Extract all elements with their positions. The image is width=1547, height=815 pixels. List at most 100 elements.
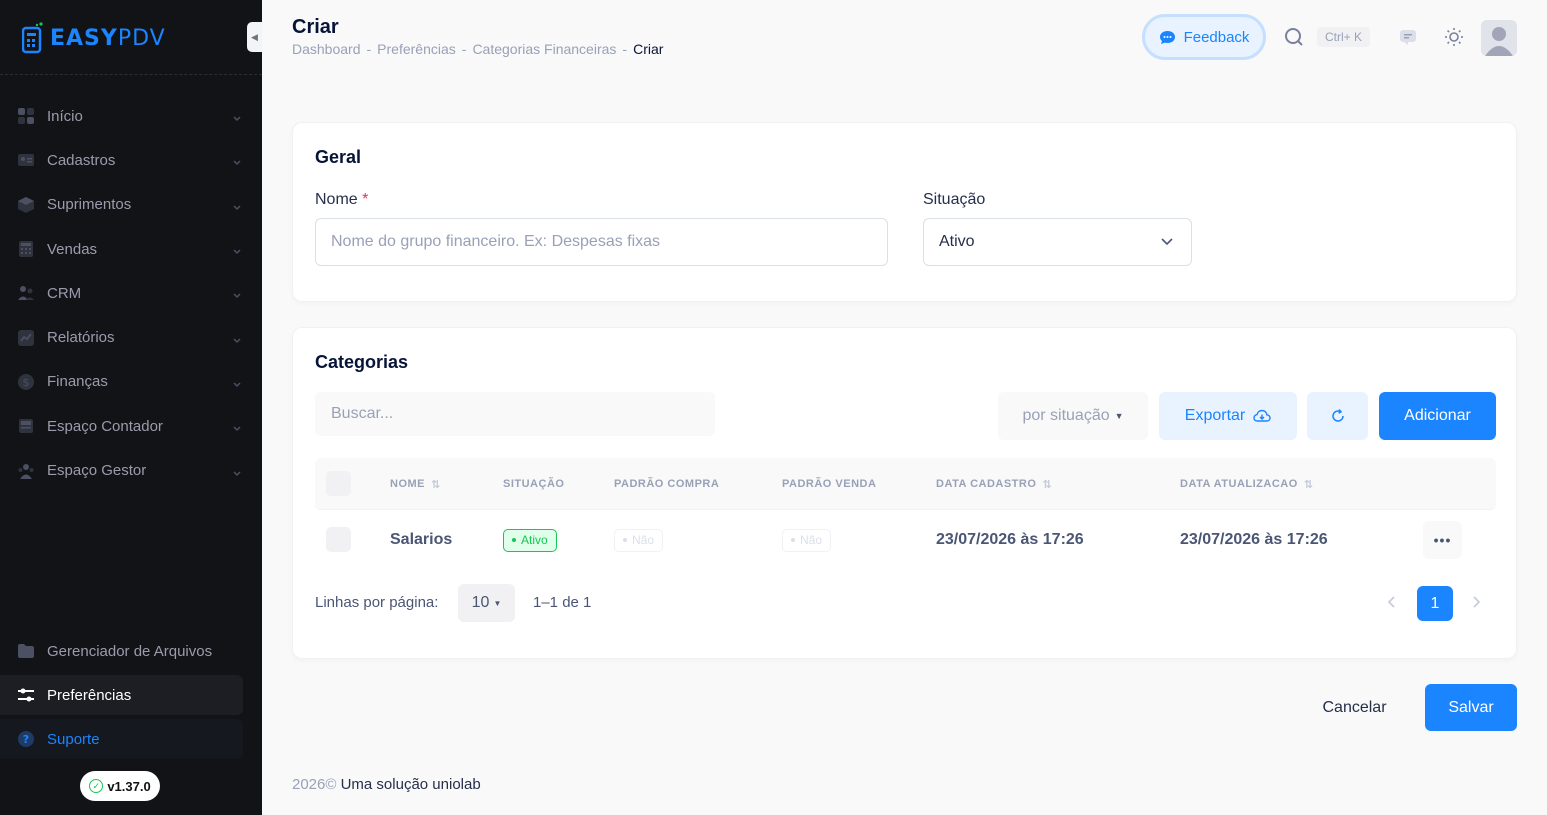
logo-icon [21, 22, 44, 54]
sidebar-item-label: Preferências [47, 686, 132, 704]
sidebar: EASYPDV ◀ Início Cadastros Suprimentos V… [0, 0, 262, 815]
sidebar-item-suporte[interactable]: ? Suporte [0, 719, 243, 759]
sidebar-nav: Início Cadastros Suprimentos Vendas CRM … [0, 94, 262, 493]
export-button[interactable]: Exportar [1159, 392, 1297, 440]
search-input[interactable]: Buscar... [315, 392, 715, 436]
sidebar-bottom-nav: Gerenciador de Arquivos Preferências ? S… [0, 631, 262, 763]
prev-page-button[interactable] [1373, 586, 1409, 622]
nome-input[interactable]: Nome do grupo financeiro. Ex: Despesas f… [315, 218, 888, 266]
nome-label-text: Nome [315, 191, 358, 208]
logo-text-thin: PDV [117, 25, 166, 51]
chevron-down-icon [232, 200, 242, 210]
chevron-down-icon [232, 466, 242, 476]
next-page-button[interactable] [1459, 586, 1495, 622]
sidebar-item-label: Espaço Contador [47, 417, 163, 435]
required-marker: * [362, 191, 369, 208]
save-button[interactable]: Salvar [1425, 684, 1517, 731]
people-icon [17, 284, 35, 302]
footer: 2026© Uma solução uniolab [292, 776, 481, 793]
cell-padrao-compra: Não [614, 510, 664, 570]
sort-icon: ⇅ [1303, 478, 1314, 491]
user-avatar[interactable] [1481, 20, 1517, 56]
sidebar-item-financas[interactable]: $ Finanças [0, 360, 262, 404]
sort-icon: ⇅ [431, 478, 441, 491]
sidebar-item-suprimentos[interactable]: Suprimentos [0, 183, 262, 227]
sidebar-item-gerenciador-arquivos[interactable]: Gerenciador de Arquivos [0, 631, 243, 671]
search-icon[interactable] [1283, 26, 1305, 48]
chevron-down-icon [232, 421, 242, 432]
geral-card: Geral Nome * Nome do grupo financeiro. E… [292, 122, 1517, 302]
export-label: Exportar [1184, 407, 1246, 424]
column-header-padrao-venda: PADRÃO VENDA [782, 458, 876, 510]
page-button-current[interactable]: 1 [1417, 586, 1453, 621]
cell-nome[interactable]: Salarios [390, 510, 452, 570]
caret-down-icon: ▼ [493, 598, 502, 608]
version-badge: ✓ v1.37.0 [80, 771, 160, 801]
situacao-value: Ativo [939, 233, 975, 250]
sidebar-item-label: Início [47, 107, 83, 125]
column-header-nome[interactable]: NOME ⇅ [390, 458, 441, 510]
chevron-down-icon [232, 244, 242, 255]
select-all-checkbox[interactable] [326, 471, 351, 496]
status-badge-label: Não [632, 533, 655, 547]
table-row: Salarios Ativo Não Não 23/07/2026 às 17:… [315, 510, 1496, 570]
message-icon[interactable] [1397, 26, 1419, 48]
id-card-icon [17, 151, 35, 169]
sun-icon[interactable] [1443, 26, 1465, 48]
question-icon: ? [17, 730, 35, 748]
sidebar-item-inicio[interactable]: Início [0, 94, 262, 138]
chevron-down-icon [1161, 233, 1173, 251]
chat-bubble-icon [1159, 30, 1176, 45]
breadcrumb-item-dashboard[interactable]: Dashboard [292, 41, 361, 57]
sidebar-item-relatorios[interactable]: Relatórios [0, 315, 262, 359]
sidebar-item-espaco-gestor[interactable]: Espaço Gestor [0, 448, 262, 492]
sidebar-item-vendas[interactable]: Vendas [0, 227, 262, 271]
chevron-down-icon [232, 288, 242, 299]
caret-down-icon: ▼ [1114, 411, 1124, 421]
column-header-data-atualizacao[interactable]: DATA ATUALIZACAO ⇅ [1180, 458, 1314, 510]
refresh-button[interactable] [1307, 392, 1368, 440]
svg-text:$: $ [23, 376, 30, 389]
sidebar-item-cadastros[interactable]: Cadastros [0, 138, 262, 182]
add-button[interactable]: Adicionar [1379, 392, 1496, 440]
status-badge-ativo: Ativo [503, 528, 557, 552]
refresh-icon [1330, 408, 1346, 424]
situacao-select[interactable]: Ativo [923, 218, 1192, 266]
column-label: DATA ATUALIZACAO [1180, 478, 1298, 490]
search-shortcut-hint: Ctrl+ K [1317, 27, 1370, 47]
categorias-title: Categorias [315, 352, 409, 372]
cancel-button[interactable]: Cancelar [1298, 684, 1411, 731]
cloud-download-icon [1253, 409, 1271, 423]
row-checkbox[interactable] [326, 527, 351, 552]
box-icon [17, 196, 35, 214]
rows-per-page-value: 10 [471, 594, 490, 611]
column-header-data-cadastro[interactable]: DATA CADASTRO ⇅ [936, 458, 1052, 510]
feedback-button[interactable]: Feedback [1142, 14, 1266, 60]
sidebar-item-label: Suporte [47, 730, 100, 748]
row-actions-button[interactable]: ••• [1423, 521, 1462, 559]
status-filter-button[interactable]: por situação ▼ [998, 392, 1148, 440]
status-badge-label: Ativo [521, 533, 548, 547]
footer-brand-link[interactable]: Uma solução uniolab [341, 776, 481, 793]
feedback-label: Feedback [1183, 28, 1250, 46]
sidebar-item-preferencias[interactable]: Preferências [0, 675, 243, 715]
sidebar-item-espaco-contador[interactable]: Espaço Contador [0, 404, 262, 448]
rows-per-page-select[interactable]: 10 ▼ [458, 584, 515, 622]
chevron-right-icon [1473, 595, 1481, 613]
nome-label: Nome * [315, 191, 368, 209]
breadcrumb-item-current: Criar [633, 41, 664, 57]
sidebar-item-label: CRM [47, 284, 82, 302]
breadcrumb-item-preferencias[interactable]: Preferências [377, 41, 456, 57]
chart-icon [17, 329, 35, 347]
sidebar-collapse-button[interactable]: ◀ [247, 22, 262, 52]
column-label: SITUAÇÃO [503, 478, 565, 490]
app-logo[interactable]: EASYPDV [21, 18, 166, 58]
version-label: v1.37.0 [107, 778, 151, 794]
cell-data-cadastro: 23/07/2026 às 17:26 [936, 531, 1084, 548]
team-icon [17, 462, 35, 480]
breadcrumb-item-categorias[interactable]: Categorias Financeiras [472, 41, 616, 57]
breadcrumb-separator: - [622, 41, 628, 57]
sidebar-item-crm[interactable]: CRM [0, 271, 262, 315]
sort-icon: ⇅ [1042, 478, 1053, 491]
column-label: PADRÃO COMPRA [614, 478, 720, 490]
